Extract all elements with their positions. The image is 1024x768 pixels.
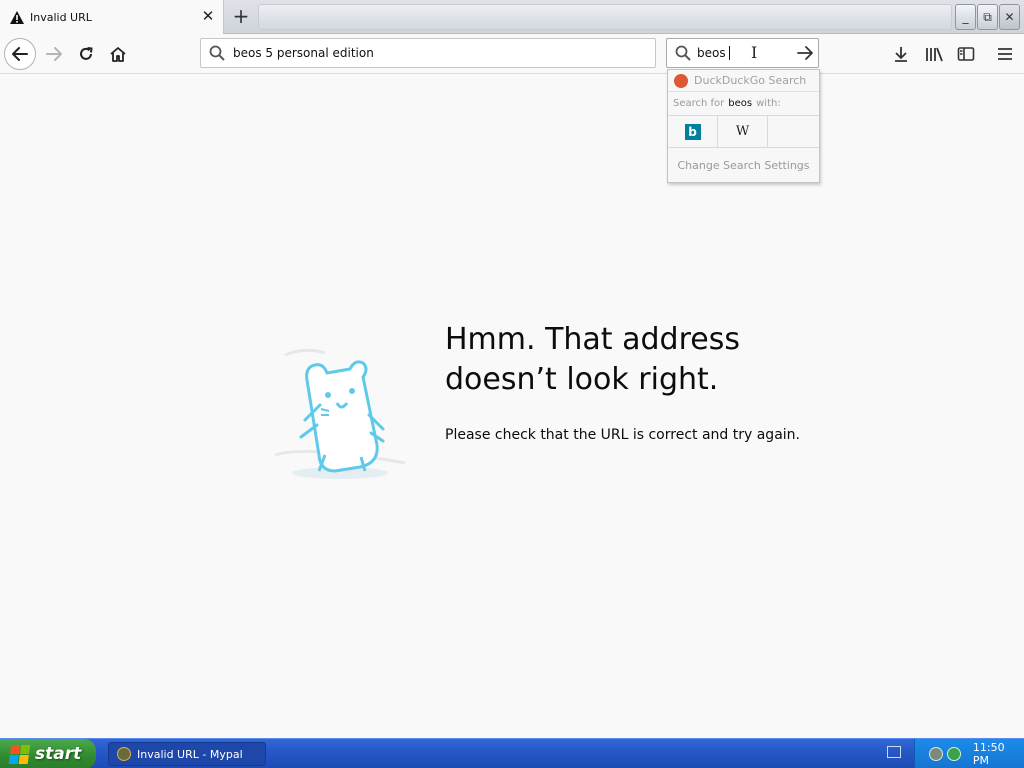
sidebar-icon [957,47,975,61]
windows-logo-icon [8,745,31,764]
search-icon [209,45,225,61]
tab-invalid-url[interactable]: Invalid URL ✕ [0,0,224,34]
keyboard-icon[interactable] [887,746,901,758]
tab-title: Invalid URL [30,10,92,24]
download-icon [895,47,907,62]
wikipedia-engine-button[interactable]: W [718,115,768,148]
downloads-button[interactable] [889,42,913,66]
taskbar: start Invalid URL - Mypal 11:50 PM [0,738,1024,768]
start-button[interactable]: start [0,739,96,768]
bing-icon: b [684,123,701,140]
clock[interactable]: 11:50 PM [973,741,1024,767]
empty-engine-slot [768,116,818,148]
text-cursor-icon: I [751,43,758,62]
taskbar-window-button[interactable]: Invalid URL - Mypal [108,742,266,766]
back-button[interactable] [4,38,36,70]
start-label: start [35,744,82,764]
search-for-term: beos [728,98,753,109]
home-icon [110,47,126,62]
url-bar[interactable]: beos 5 personal edition [200,38,656,68]
library-button[interactable] [922,42,946,66]
forward-arrow-icon [46,47,62,61]
minimize-button[interactable]: _ [955,4,976,30]
back-arrow-icon [12,47,28,61]
error-title: Hmm. That address doesn’t look right. [445,320,865,400]
bing-engine-button[interactable]: b [668,115,718,148]
warning-icon [10,10,24,24]
system-tray: 11:50 PM [914,739,1024,768]
security-icon[interactable] [946,747,961,761]
menu-button[interactable] [993,42,1017,66]
current-engine-header[interactable]: DuckDuckGo Search [668,70,819,92]
arrow-right-icon [797,46,813,60]
home-button[interactable] [102,38,134,70]
reload-button[interactable] [70,38,102,70]
search-for-prefix: Search for [673,98,725,109]
new-tab-button[interactable]: + [230,6,252,28]
search-bar[interactable]: beos [666,38,819,68]
close-tab-icon[interactable]: ✕ [201,9,215,24]
close-window-button[interactable]: ✕ [999,4,1020,30]
library-icon [926,47,943,62]
text-caret [728,46,730,61]
reload-icon [80,47,93,60]
restore-button[interactable]: ⧉ [977,4,998,30]
page-content: Hmm. That address doesn’t look right. Pl… [0,75,1024,738]
one-off-engines: b W [668,115,819,148]
title-bar-space[interactable] [258,4,952,30]
url-input[interactable]: beos 5 personal edition [233,46,374,60]
mypal-app-icon [117,747,131,761]
hamburger-menu-icon [998,48,1012,60]
invalid-url-illustration-icon [274,348,406,479]
sidebar-button[interactable] [954,42,978,66]
duckduckgo-icon [674,73,688,88]
search-for-label: Search for beos with: [668,92,819,116]
error-title-line2: doesn’t look right. [445,362,719,397]
wikipedia-icon: W [735,124,750,139]
task-label: Invalid URL - Mypal [137,747,243,761]
tab-bar: Invalid URL ✕ + _ ⧉ ✕ [0,0,1024,34]
search-suggestions-popup: DuckDuckGo Search Search for beos with: … [667,69,820,183]
navigation-toolbar: beos 5 personal edition beos [0,34,1024,74]
change-search-settings-button[interactable]: Change Search Settings [668,148,819,182]
search-icon [675,45,691,61]
error-title-line1: Hmm. That address [445,322,740,357]
search-for-suffix: with: [756,98,781,109]
forward-button[interactable] [38,38,70,70]
search-go-button[interactable] [796,45,814,65]
window-controls: _ ⧉ ✕ [955,4,1020,30]
error-description: Please check that the URL is correct and… [445,427,800,443]
network-icon[interactable] [929,747,943,761]
search-input[interactable]: beos [697,46,730,61]
engine-name: DuckDuckGo Search [694,74,807,87]
